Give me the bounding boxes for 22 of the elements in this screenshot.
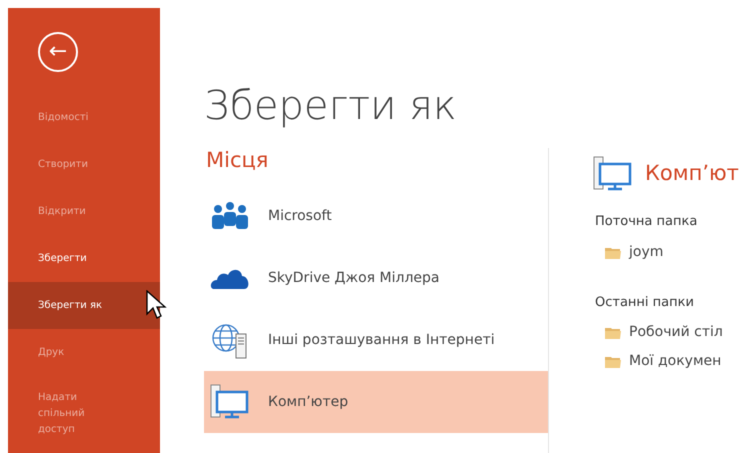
computer-icon xyxy=(593,156,633,192)
folder-item[interactable]: joym xyxy=(593,238,739,266)
people-icon xyxy=(210,201,250,232)
place-item[interactable]: Комп’ютер xyxy=(204,371,548,434)
place-item[interactable]: SkyDrive Джоя Міллера xyxy=(204,247,548,310)
page-title: Зберегти як xyxy=(204,86,458,126)
section-heading: Комп’ют xyxy=(645,160,739,188)
folder-item[interactable]: Робочий стіл xyxy=(593,318,739,347)
computer-icon xyxy=(210,384,250,420)
folder-item[interactable]: Мої докумен xyxy=(593,347,739,376)
subheading: Поточна папка xyxy=(595,213,698,231)
sidebar-item[interactable]: Зберегти як xyxy=(8,282,160,329)
place-item[interactable]: Microsoft xyxy=(204,185,548,248)
back-button[interactable]: ← xyxy=(38,32,78,72)
place-item[interactable]: Інші розташування в Інтернеті xyxy=(204,309,548,372)
section-heading: Місця xyxy=(206,148,270,174)
folder-icon xyxy=(605,355,621,368)
folder-icon xyxy=(605,246,621,258)
folder-icon xyxy=(605,326,621,339)
subheading: Останні папки xyxy=(595,294,695,312)
sidebar-item[interactable]: Зберегти xyxy=(8,235,160,282)
cursor-icon xyxy=(146,290,168,322)
